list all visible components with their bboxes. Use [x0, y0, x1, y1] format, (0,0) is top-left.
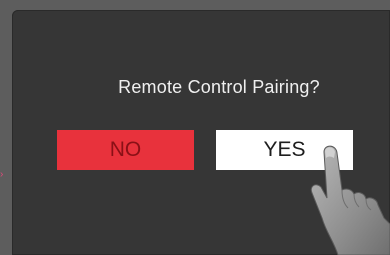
bezel-indicator: › [0, 169, 4, 180]
dialog-title: Remote Control Pairing? [118, 77, 320, 97]
no-button[interactable]: NO [57, 130, 194, 170]
pointing-hand-icon [310, 145, 390, 255]
device-bezel: › Remote Control Pairing? NO YES [0, 0, 390, 255]
no-button-label: NO [109, 138, 142, 161]
